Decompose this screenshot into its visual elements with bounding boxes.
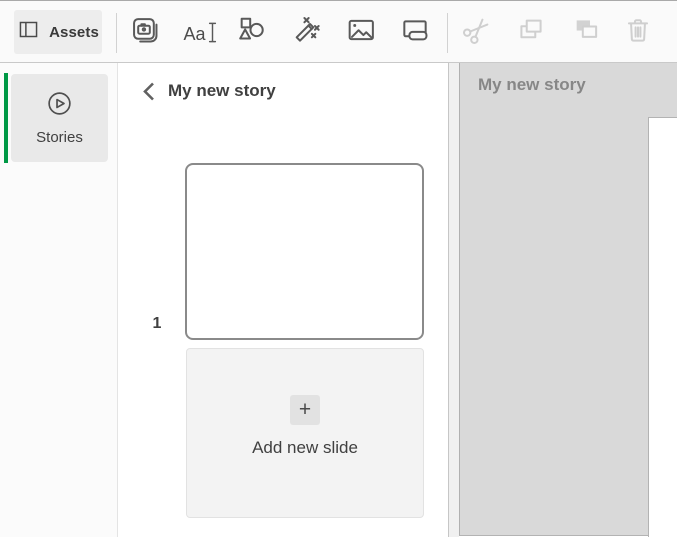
- embed-sheet-icon: [399, 14, 431, 51]
- story-timeline-panel: My new story 1 + Add new slide: [119, 63, 448, 537]
- cut-button[interactable]: [459, 14, 495, 50]
- copy-icon: [515, 14, 547, 51]
- story-canvas-backdrop: My new story: [459, 63, 677, 536]
- copy-button[interactable]: [513, 14, 549, 50]
- play-circle-icon: [46, 90, 73, 122]
- add-new-slide-label: Add new slide: [252, 438, 358, 458]
- timeline-scrollbar[interactable]: [448, 63, 459, 537]
- assets-toggle-button[interactable]: Assets: [14, 10, 102, 54]
- shapes-button[interactable]: [233, 14, 269, 50]
- snapshot-library-icon: [129, 14, 161, 51]
- snapshot-library-button[interactable]: [127, 14, 163, 50]
- assets-sidebar: Stories: [0, 63, 118, 537]
- assets-button-label: Assets: [49, 24, 99, 41]
- plus-icon: +: [290, 395, 320, 425]
- image-icon: [345, 14, 377, 51]
- active-item-accent-bar: [4, 73, 8, 163]
- shapes-icon: [235, 14, 267, 51]
- effects-icon: [290, 14, 322, 51]
- back-button[interactable]: [143, 82, 155, 101]
- text-object-icon: Aa: [183, 21, 216, 44]
- storytelling-view: Assets Aa: [0, 0, 677, 537]
- sidebar-item-stories[interactable]: Stories: [11, 74, 108, 162]
- slide-thumbnail[interactable]: [185, 163, 424, 340]
- paste-icon: [570, 14, 602, 51]
- add-new-slide-button[interactable]: + Add new slide: [186, 348, 424, 518]
- canvas-story-title: My new story: [478, 75, 586, 95]
- slide-number: 1: [147, 315, 167, 333]
- embed-sheet-button[interactable]: [397, 14, 433, 50]
- cut-icon: [461, 14, 493, 51]
- toolbar-divider: [116, 13, 117, 53]
- paste-button[interactable]: [568, 14, 604, 50]
- toolbar-divider: [447, 13, 448, 53]
- delete-button[interactable]: [620, 14, 656, 50]
- effects-button[interactable]: [288, 14, 324, 50]
- trash-icon: [622, 14, 654, 51]
- sidebar-item-label: Stories: [36, 129, 83, 146]
- story-title: My new story: [168, 81, 276, 101]
- slide-canvas[interactable]: [648, 117, 677, 537]
- timeline-header: My new story: [143, 81, 276, 101]
- image-button[interactable]: [343, 14, 379, 50]
- text-object-button[interactable]: Aa: [182, 14, 218, 50]
- toolbar: Assets Aa: [0, 0, 677, 63]
- panel-toggle-icon: [17, 19, 40, 45]
